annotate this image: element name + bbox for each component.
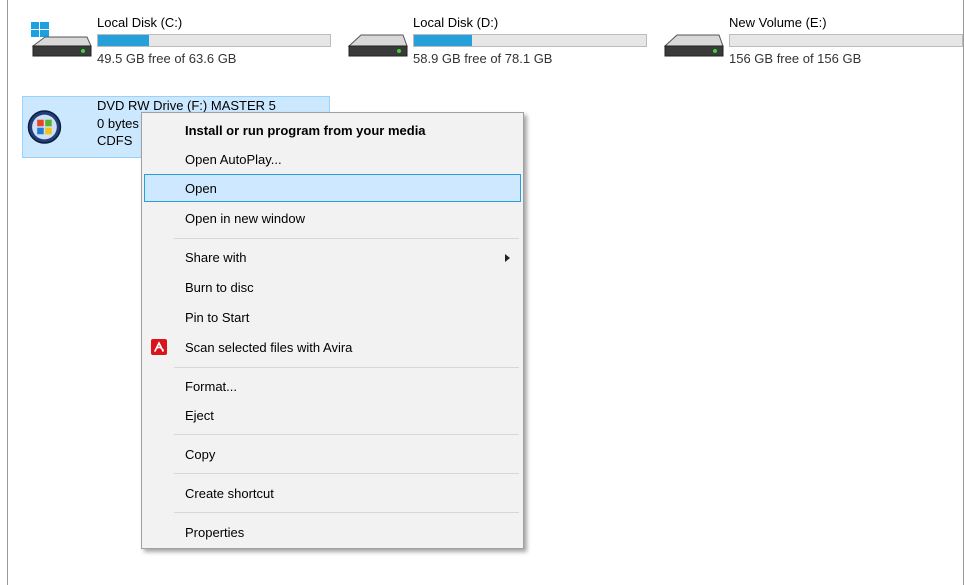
menu-item-label: Create shortcut	[185, 486, 274, 501]
drive-free-space: 58.9 GB free of 78.1 GB	[413, 51, 553, 66]
drive-free-space: 156 GB free of 156 GB	[729, 51, 862, 66]
menu-item-format[interactable]: Format...	[144, 372, 521, 400]
menu-item-label: Open in new window	[185, 211, 305, 226]
menu-item-label: Share with	[185, 250, 247, 265]
drive-c[interactable]: Local Disk (C:) 49.5 GB free of 63.6 GB	[22, 13, 331, 66]
menu-item-install-run[interactable]: Install or run program from your media	[144, 116, 521, 144]
menu-item-properties[interactable]: Properties	[144, 518, 521, 546]
drive-name: DVD RW Drive (F:) MASTER 5	[97, 98, 276, 113]
menu-item-label: Format...	[185, 379, 238, 394]
menu-separator	[174, 512, 519, 513]
menu-item-open-new-window[interactable]: Open in new window	[144, 204, 521, 232]
submenu-arrow-icon	[505, 254, 510, 262]
menu-item-label: Open AutoPlay...	[185, 152, 282, 167]
drive-usage-bar	[729, 34, 963, 47]
menu-item-label: Pin to Start	[185, 310, 250, 325]
menu-item-label: Burn to disc	[185, 280, 254, 295]
menu-item-pin-to-start[interactable]: Pin to Start	[144, 303, 521, 331]
drive-usage-bar	[413, 34, 647, 47]
drive-name: Local Disk (D:)	[413, 15, 499, 30]
dvd-disc-icon	[27, 110, 62, 144]
avira-icon	[151, 339, 167, 355]
menu-item-label: Properties	[185, 525, 245, 540]
menu-item-label: Open	[185, 181, 217, 196]
menu-item-burn-to-disc[interactable]: Burn to disc	[144, 273, 521, 301]
drive-d[interactable]: Local Disk (D:) 58.9 GB free of 78.1 GB	[338, 13, 647, 66]
menu-separator	[174, 434, 519, 435]
drive-e[interactable]: New Volume (E:) 156 GB free of 156 GB	[654, 13, 963, 66]
hard-drive-icon	[663, 34, 724, 57]
drive-filesystem: CDFS	[97, 133, 133, 148]
menu-item-share-with[interactable]: Share with	[144, 243, 521, 271]
windows-drive-icon	[31, 22, 92, 57]
menu-item-copy[interactable]: Copy	[144, 440, 521, 468]
window-left-border	[7, 0, 8, 585]
menu-item-eject[interactable]: Eject	[144, 401, 521, 429]
menu-item-scan-avira[interactable]: Scan selected files with Avira	[144, 333, 521, 361]
menu-separator	[174, 473, 519, 474]
drive-name: Local Disk (C:)	[97, 15, 183, 30]
menu-item-label: Scan selected files with Avira	[185, 340, 353, 355]
menu-item-create-shortcut[interactable]: Create shortcut	[144, 479, 521, 507]
drive-free-space: 49.5 GB free of 63.6 GB	[97, 51, 237, 66]
menu-item-label: Install or run program from your media	[185, 123, 426, 138]
menu-item-open-autoplay[interactable]: Open AutoPlay...	[144, 145, 521, 173]
context-menu: Install or run program from your media O…	[141, 112, 524, 549]
drive-free-space: 0 bytes	[97, 116, 139, 131]
menu-item-open[interactable]: Open	[144, 174, 521, 202]
drive-usage-bar	[97, 34, 331, 47]
menu-separator	[174, 367, 519, 368]
menu-item-label: Eject	[185, 408, 214, 423]
menu-item-label: Copy	[185, 447, 216, 462]
hard-drive-icon	[347, 34, 408, 57]
menu-separator	[174, 238, 519, 239]
drive-name: New Volume (E:)	[729, 15, 827, 30]
